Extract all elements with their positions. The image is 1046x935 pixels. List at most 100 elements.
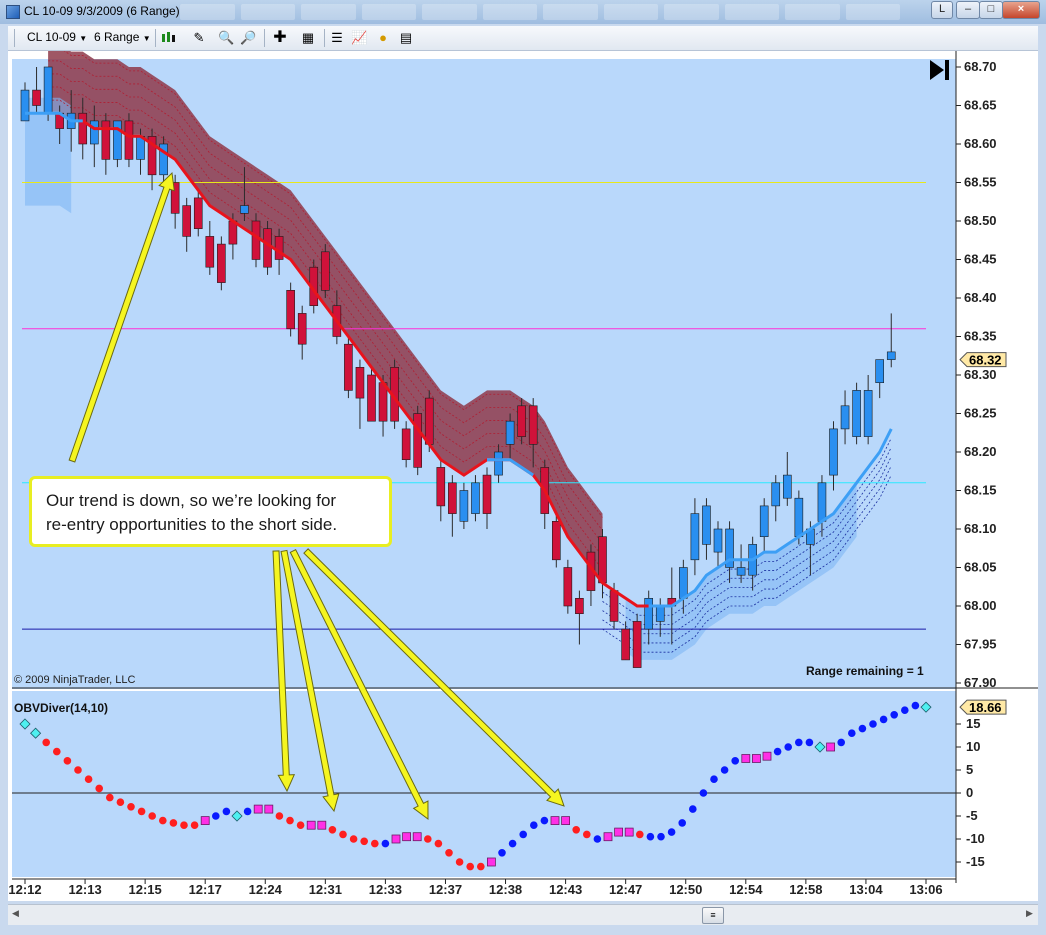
indicator-point[interactable] — [74, 766, 82, 774]
indicator-point[interactable] — [572, 826, 580, 834]
indicator-point[interactable] — [710, 775, 718, 783]
indicator-point[interactable] — [869, 720, 877, 728]
indicator-point[interactable] — [434, 839, 443, 848]
candle[interactable] — [274, 236, 284, 260]
candle[interactable] — [575, 597, 584, 614]
candle[interactable] — [286, 290, 295, 330]
candle[interactable] — [690, 513, 700, 561]
indicator-point[interactable] — [731, 757, 739, 765]
indicator-point[interactable] — [879, 715, 888, 724]
indicator-point[interactable] — [689, 805, 697, 813]
indicator-point[interactable] — [657, 832, 665, 841]
indicator-point[interactable] — [42, 738, 50, 747]
link-button[interactable]: L — [931, 1, 953, 19]
candle[interactable] — [43, 66, 53, 114]
horizontal-scrollbar[interactable]: ◀ ≡ ▶ — [8, 904, 1038, 925]
indicator-point[interactable] — [848, 729, 856, 737]
indicator-point[interactable] — [106, 793, 114, 802]
indicator-point[interactable] — [795, 738, 803, 747]
indicator-point[interactable] — [583, 830, 591, 839]
candle[interactable] — [344, 343, 353, 391]
indicator-point[interactable] — [667, 828, 676, 836]
pencil-icon[interactable]: ✎ — [191, 30, 207, 46]
candle[interactable] — [759, 505, 769, 537]
candle[interactable] — [852, 390, 861, 437]
indicator-point[interactable] — [508, 839, 517, 848]
indicator-point[interactable] — [826, 742, 835, 752]
data-box-icon[interactable]: ▤ — [398, 30, 414, 46]
indicator-point[interactable] — [339, 830, 347, 839]
indicator-point[interactable] — [752, 754, 761, 763]
candle[interactable] — [563, 567, 573, 607]
indicator-point[interactable] — [540, 816, 549, 825]
candle[interactable] — [494, 451, 503, 476]
indicator-point[interactable] — [137, 807, 146, 816]
indicator-point[interactable] — [837, 738, 845, 747]
crosshair-icon[interactable]: ✚ — [272, 30, 288, 46]
candle[interactable] — [124, 120, 134, 160]
indicator-point[interactable] — [911, 701, 920, 710]
candle[interactable] — [240, 205, 249, 214]
candle[interactable] — [78, 112, 88, 145]
close-button[interactable]: × — [1002, 1, 1040, 19]
candle[interactable] — [736, 567, 746, 576]
indicator-point[interactable] — [391, 834, 401, 844]
ghost-tab[interactable] — [543, 4, 598, 20]
candle[interactable] — [505, 420, 515, 445]
indicator-point[interactable] — [890, 711, 898, 719]
candle[interactable] — [263, 228, 272, 268]
candle[interactable] — [320, 251, 330, 291]
scroll-right-arrow-icon[interactable]: ▶ — [1026, 908, 1033, 919]
indicator-point[interactable] — [784, 743, 792, 751]
indicator-point[interactable] — [646, 832, 655, 841]
properties-icon[interactable]: ▦ — [300, 30, 316, 46]
indicator-point[interactable] — [306, 820, 316, 830]
candle[interactable] — [875, 359, 885, 384]
indicator-point[interactable] — [95, 784, 103, 793]
indicator-point[interactable] — [550, 816, 560, 825]
indicator-point[interactable] — [63, 757, 72, 765]
indicator-point[interactable] — [360, 837, 369, 846]
indicator-point[interactable] — [720, 766, 729, 774]
indicator-point[interactable] — [486, 857, 496, 867]
ghost-tab[interactable] — [603, 4, 658, 20]
indicator-point[interactable] — [858, 724, 867, 733]
candle[interactable] — [886, 351, 896, 360]
candle[interactable] — [182, 205, 191, 237]
indicator-point[interactable] — [445, 849, 453, 857]
indicator-point[interactable] — [603, 832, 613, 842]
minimize-button[interactable]: – — [956, 1, 980, 19]
instrument-selector[interactable]: CL 10-09 ▼ — [27, 30, 87, 44]
chart-icon[interactable]: 📈 — [351, 30, 367, 46]
candle[interactable] — [251, 220, 261, 260]
candle[interactable] — [217, 243, 226, 283]
candle[interactable] — [32, 89, 41, 106]
indicator-point[interactable] — [317, 820, 327, 830]
candle[interactable] — [482, 474, 492, 514]
candle[interactable] — [782, 474, 792, 499]
indicator-point[interactable] — [466, 862, 475, 871]
indicator-point[interactable] — [412, 832, 422, 842]
indicator-point[interactable] — [530, 821, 538, 829]
indicator-point[interactable] — [116, 798, 125, 806]
indicator-point[interactable] — [678, 819, 686, 827]
indicator-point[interactable] — [805, 738, 814, 747]
indicator-point[interactable] — [699, 789, 708, 797]
candle[interactable] — [20, 89, 30, 122]
indicator-point[interactable] — [901, 706, 909, 714]
candle[interactable] — [551, 520, 561, 561]
scroll-left-arrow-icon[interactable]: ◀ — [12, 908, 19, 919]
indicator-point[interactable] — [148, 812, 156, 820]
indicator-point[interactable] — [84, 775, 93, 783]
candle[interactable] — [644, 597, 654, 630]
indicator-point[interactable] — [275, 812, 284, 820]
candle[interactable] — [471, 482, 480, 514]
indicator-point[interactable] — [519, 830, 527, 839]
currency-icon[interactable]: ● — [375, 30, 391, 46]
indicator-point[interactable] — [180, 821, 188, 829]
candle[interactable] — [459, 490, 469, 522]
candle[interactable] — [205, 236, 215, 268]
indicator-point[interactable] — [593, 835, 602, 843]
candle[interactable] — [713, 528, 723, 553]
indicator-point[interactable] — [222, 807, 231, 816]
